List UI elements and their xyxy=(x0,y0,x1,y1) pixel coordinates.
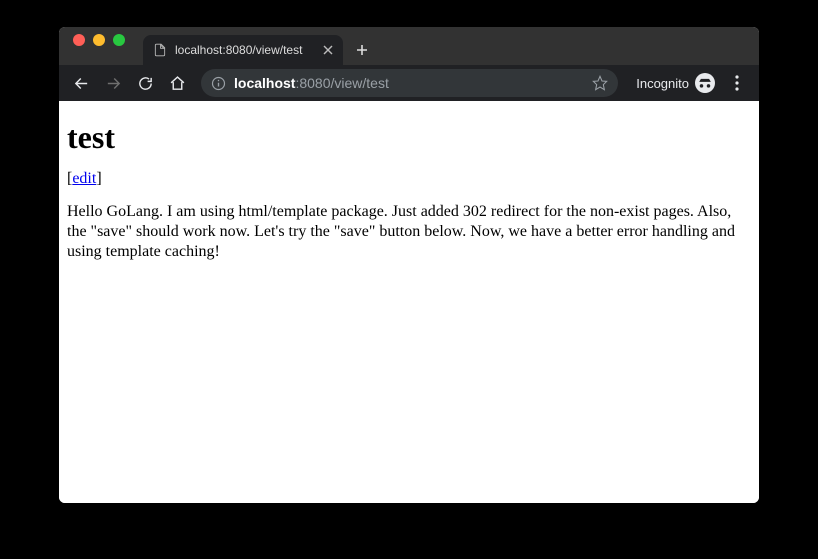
close-tab-icon[interactable] xyxy=(323,45,333,55)
edit-line: [edit] xyxy=(67,170,751,188)
incognito-icon xyxy=(695,73,715,93)
toolbar: localhost:8080/view/test Incognito xyxy=(59,65,759,101)
plus-icon xyxy=(356,44,368,56)
arrow-left-icon xyxy=(73,75,90,92)
browser-menu-button[interactable] xyxy=(723,69,751,97)
close-window-button[interactable] xyxy=(73,34,85,46)
page-icon xyxy=(153,43,167,57)
tab-title: localhost:8080/view/test xyxy=(175,43,315,57)
arrow-right-icon xyxy=(105,75,122,92)
maximize-window-button[interactable] xyxy=(113,34,125,46)
incognito-indicator: Incognito xyxy=(636,73,715,93)
page-content: test [edit] Hello GoLang. I am using htm… xyxy=(59,101,759,503)
url-path: :8080/view/test xyxy=(295,75,388,91)
address-bar[interactable]: localhost:8080/view/test xyxy=(201,69,618,97)
browser-window: localhost:8080/view/test localhost:8080/… xyxy=(59,27,759,503)
new-tab-button[interactable] xyxy=(349,37,375,63)
titlebar: localhost:8080/view/test xyxy=(59,27,759,65)
page-body-text: Hello GoLang. I am using html/template p… xyxy=(67,202,751,262)
bookmark-star-icon[interactable] xyxy=(592,75,608,91)
minimize-window-button[interactable] xyxy=(93,34,105,46)
home-button[interactable] xyxy=(163,69,191,97)
browser-tab[interactable]: localhost:8080/view/test xyxy=(143,35,343,65)
page-heading: test xyxy=(67,119,751,156)
reload-icon xyxy=(137,75,154,92)
reload-button[interactable] xyxy=(131,69,159,97)
forward-button[interactable] xyxy=(99,69,127,97)
back-button[interactable] xyxy=(67,69,95,97)
incognito-label: Incognito xyxy=(636,76,689,91)
site-info-icon[interactable] xyxy=(211,76,226,91)
url-host: localhost xyxy=(234,75,295,91)
home-icon xyxy=(169,75,186,92)
kebab-icon xyxy=(735,75,739,91)
tabstrip: localhost:8080/view/test xyxy=(143,27,759,65)
edit-link[interactable]: edit xyxy=(72,170,96,187)
window-controls xyxy=(69,27,143,65)
